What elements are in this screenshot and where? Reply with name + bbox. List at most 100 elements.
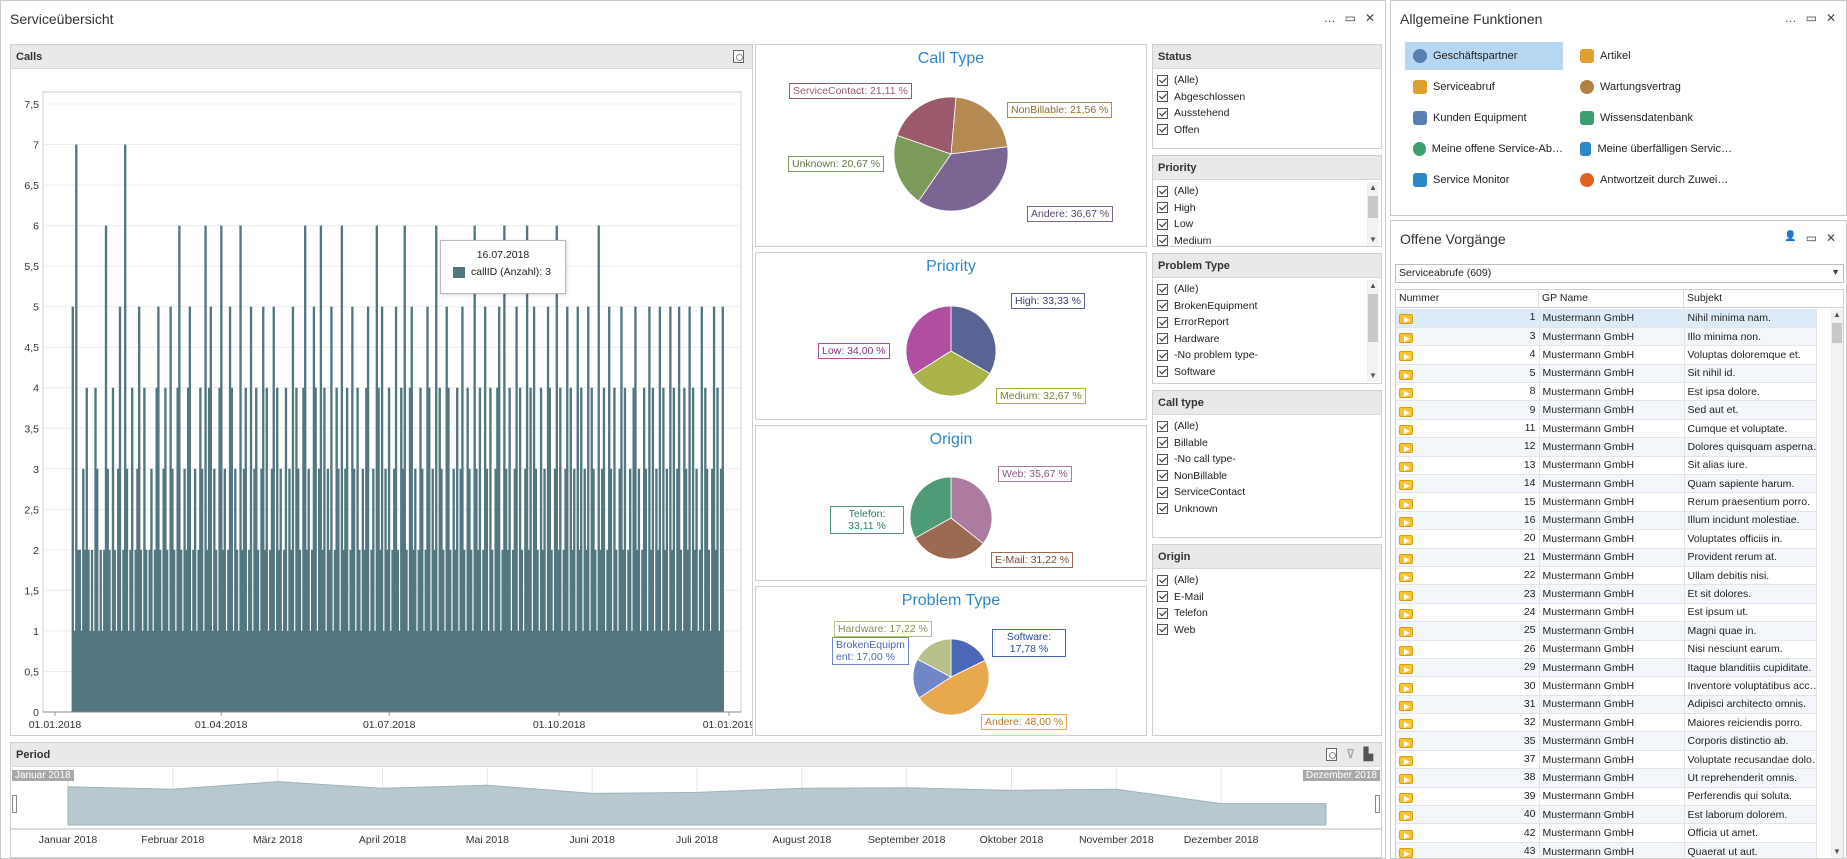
call-type-filter-option[interactable]: -No call type- [1153, 451, 1381, 468]
open-record-icon[interactable] [1399, 351, 1413, 362]
scroll-thumb[interactable] [1368, 196, 1378, 218]
table-row[interactable]: 12 Mustermann GmbH Dolores quisquam aspern… [1396, 437, 1817, 457]
col-header-subject[interactable]: Subjekt [1684, 290, 1829, 307]
close-icon[interactable]: ✕ [1826, 231, 1836, 245]
origin-filter-option[interactable]: Telefon [1153, 605, 1381, 622]
scroll-up-icon[interactable]: ▲ [1367, 280, 1379, 292]
function-item[interactable]: Wissensdatenbank [1572, 104, 1732, 132]
open-record-icon[interactable] [1399, 829, 1413, 840]
function-item[interactable]: Service Monitor [1405, 166, 1563, 194]
table-row[interactable]: 21 Mustermann GmbH Provident rerum at. [1396, 548, 1817, 567]
problem-type-filter-option[interactable]: Software [1153, 364, 1381, 381]
call-type-filter-option[interactable]: Billable [1153, 435, 1381, 452]
open-record-icon[interactable] [1399, 461, 1413, 472]
checkbox-checked-icon[interactable] [1157, 333, 1168, 345]
open-record-icon[interactable] [1399, 535, 1413, 546]
problem-type-filter-scrollbar[interactable]: ▲ ▼ [1367, 280, 1379, 382]
scroll-down-icon[interactable]: ▼ [1367, 370, 1379, 382]
open-record-icon[interactable] [1399, 406, 1413, 417]
export-icon[interactable] [733, 50, 744, 63]
checkbox-checked-icon[interactable] [1157, 185, 1168, 197]
function-item[interactable]: Artikel [1572, 42, 1732, 70]
table-row[interactable]: 23 Mustermann GmbH Et sit dolores. [1396, 584, 1817, 604]
col-header-gp-name[interactable]: GP Name [1539, 290, 1684, 307]
table-row[interactable]: 16 Mustermann GmbH Illum incidunt molestia… [1396, 511, 1817, 531]
open-record-icon[interactable] [1399, 737, 1413, 748]
table-row[interactable]: 26 Mustermann GmbH Nisi nesciunt earum. [1396, 640, 1817, 659]
open-record-icon[interactable] [1399, 498, 1413, 509]
call-type-filter-option[interactable]: NonBillable [1153, 468, 1381, 485]
open-record-icon[interactable] [1399, 811, 1413, 822]
checkbox-checked-icon[interactable] [1157, 486, 1168, 498]
open-record-icon[interactable] [1399, 333, 1413, 344]
more-icon[interactable]: … [1785, 11, 1797, 25]
status-filter-option[interactable]: Abgeschlossen [1153, 89, 1381, 106]
open-record-icon[interactable] [1399, 314, 1413, 325]
scroll-down-icon[interactable]: ▼ [1367, 234, 1379, 246]
maximize-icon[interactable]: ▭ [1345, 11, 1356, 25]
table-row[interactable]: 42 Mustermann GmbH Officia ut amet. [1396, 823, 1817, 843]
function-item[interactable]: Meine überfälligen Servic… [1572, 135, 1732, 163]
table-row[interactable]: 39 Mustermann GmbH Perferendis qui soluta. [1396, 787, 1817, 807]
problem-type-filter-option[interactable]: Unknown [1153, 380, 1381, 382]
function-item[interactable]: Meine offene Service-Ab… [1405, 135, 1563, 163]
open-record-icon[interactable] [1399, 590, 1413, 601]
maximize-icon[interactable]: ▭ [1806, 11, 1817, 25]
function-item[interactable]: Wartungsvertrag [1572, 73, 1732, 101]
open-record-icon[interactable] [1399, 443, 1413, 454]
table-row[interactable]: 35 Mustermann GmbH Corporis distinctio ab. [1396, 731, 1817, 751]
problem-type-filter-option[interactable]: -No problem type- [1153, 347, 1381, 364]
table-row[interactable]: 4 Mustermann GmbH Voluptas doloremque et. [1396, 345, 1817, 365]
checkbox-checked-icon[interactable] [1157, 607, 1168, 619]
scroll-thumb[interactable] [1832, 323, 1842, 343]
maximize-icon[interactable]: ▭ [1806, 231, 1817, 245]
open-record-icon[interactable] [1399, 700, 1413, 711]
origin-filter-option[interactable]: E-Mail [1153, 589, 1381, 606]
scroll-thumb[interactable] [1368, 294, 1378, 342]
open-record-icon[interactable] [1399, 480, 1413, 491]
table-row[interactable]: 25 Mustermann GmbH Magni quae in. [1396, 621, 1817, 641]
origin-filter-option[interactable]: (Alle) [1153, 572, 1381, 589]
status-filter-option[interactable]: (Alle) [1153, 72, 1381, 89]
checkbox-checked-icon[interactable] [1157, 574, 1168, 586]
status-filter-option[interactable]: Offen [1153, 122, 1381, 139]
problem-type-filter-option[interactable]: (Alle) [1153, 281, 1381, 298]
calls-bar-chart[interactable]: 0 0,5 1 1,5 2 2,5 3 3,5 4 4,5 5 5,5 6 6,5 7 7,5 01.01.20… [11, 70, 752, 736]
table-row[interactable]: 9 Mustermann GmbH Sed aut et. [1396, 400, 1817, 420]
table-row[interactable]: 3 Mustermann GmbH Illo minima non. [1396, 327, 1817, 347]
table-row[interactable]: 1 Mustermann GmbH Nihil minima nam. [1396, 309, 1817, 328]
priority-filter-scrollbar[interactable]: ▲ ▼ [1367, 182, 1379, 246]
call-type-filter-option[interactable]: (Alle) [1153, 418, 1381, 435]
close-icon[interactable]: ✕ [1365, 11, 1375, 25]
checkbox-checked-icon[interactable] [1157, 591, 1168, 603]
problem-type-filter-option[interactable]: BrokenEquipment [1153, 298, 1381, 315]
function-item[interactable]: Serviceabruf [1405, 73, 1563, 101]
export-icon[interactable] [1326, 748, 1337, 761]
scroll-up-icon[interactable]: ▲ [1831, 309, 1843, 321]
problem-type-filter-option[interactable]: Hardware [1153, 331, 1381, 348]
checkbox-checked-icon[interactable] [1157, 366, 1168, 378]
process-type-select[interactable]: Serviceabrufe (609) ▼ [1395, 264, 1844, 283]
open-record-icon[interactable] [1399, 425, 1413, 436]
table-row[interactable]: 14 Mustermann GmbH Quam sapiente harum. [1396, 474, 1817, 494]
open-record-icon[interactable] [1399, 572, 1413, 583]
checkbox-checked-icon[interactable] [1157, 420, 1168, 432]
checkbox-checked-icon[interactable] [1157, 316, 1168, 328]
table-row[interactable]: 8 Mustermann GmbH Est ipsa dolore. [1396, 382, 1817, 402]
open-record-icon[interactable] [1399, 627, 1413, 638]
checkbox-checked-icon[interactable] [1157, 283, 1168, 295]
checkbox-checked-icon[interactable] [1157, 202, 1168, 214]
table-row[interactable]: 5 Mustermann GmbH Sit nihil id. [1396, 364, 1817, 384]
priority-pie[interactable] [756, 253, 1146, 419]
table-row[interactable]: 11 Mustermann GmbH Cumque et voluptate. [1396, 419, 1817, 439]
function-item[interactable]: Antwortzeit durch Zuwei… [1572, 166, 1732, 194]
priority-filter-option[interactable]: Medium [1153, 233, 1381, 246]
checkbox-checked-icon[interactable] [1157, 107, 1168, 119]
table-row[interactable]: 31 Mustermann GmbH Adipisci architecto omn… [1396, 695, 1817, 715]
status-filter-option[interactable]: Ausstehend [1153, 105, 1381, 122]
origin-filter-option[interactable]: Web [1153, 622, 1381, 639]
user-icon[interactable]: 👤 [1784, 231, 1796, 245]
table-row[interactable]: 32 Mustermann GmbH Maiores reiciendis porr… [1396, 713, 1817, 733]
chevron-down-icon[interactable]: ▼ [1831, 267, 1840, 277]
open-record-icon[interactable] [1399, 664, 1413, 675]
